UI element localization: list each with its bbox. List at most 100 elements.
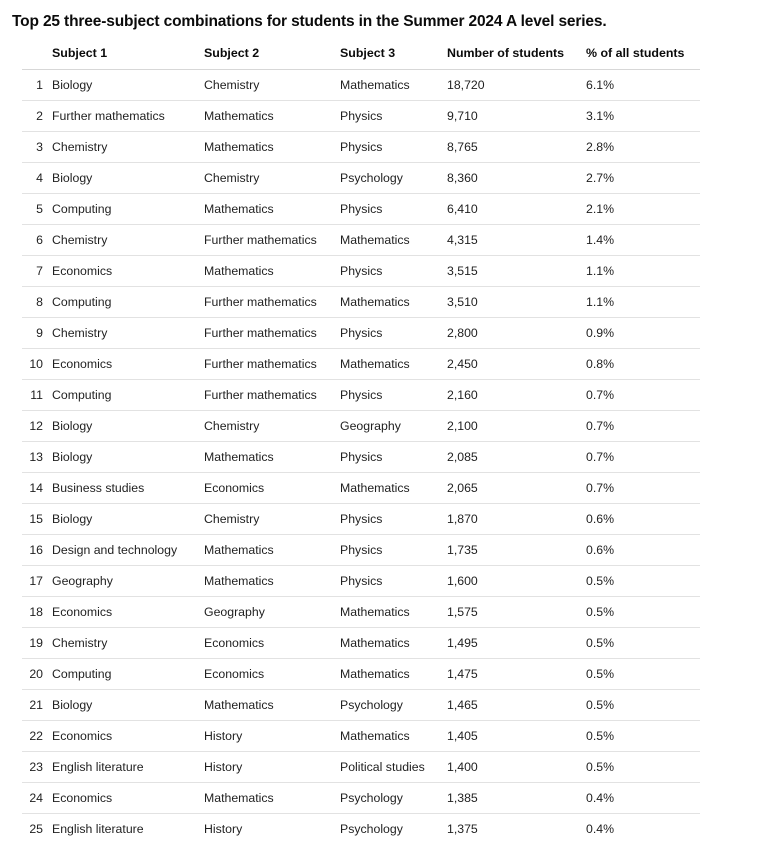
cell-subject-3: Physics bbox=[340, 534, 447, 566]
cell-rank: 17 bbox=[22, 565, 52, 597]
cell-rank: 21 bbox=[22, 689, 52, 721]
cell-subject-1: Chemistry bbox=[52, 317, 204, 349]
cell-subject-3: Physics bbox=[340, 255, 447, 287]
table-row: 11 Computing Further mathematics Physics 2,1… bbox=[22, 379, 700, 411]
cell-subject-1: Biology bbox=[52, 441, 204, 473]
cell-subject-3: Psychology bbox=[340, 162, 447, 194]
table-header: Subject 1 Subject 2 Subject 3 Number of … bbox=[22, 46, 700, 70]
cell-number-of-students: 1,870 bbox=[447, 503, 586, 535]
cell-subject-2: Further mathematics bbox=[204, 348, 340, 380]
cell-subject-1: Business studies bbox=[52, 472, 204, 504]
cell-subject-2: Mathematics bbox=[204, 689, 340, 721]
cell-subject-1: Design and technology bbox=[52, 534, 204, 566]
cell-subject-2: Mathematics bbox=[204, 193, 340, 225]
cell-subject-3: Psychology bbox=[340, 689, 447, 721]
cell-subject-2: Mathematics bbox=[204, 565, 340, 597]
cell-rank: 19 bbox=[22, 627, 52, 659]
cell-percent-of-all-students: 0.5% bbox=[586, 720, 700, 752]
cell-subject-1: Computing bbox=[52, 286, 204, 318]
cell-subject-2: Geography bbox=[204, 596, 340, 628]
cell-percent-of-all-students: 2.1% bbox=[586, 193, 700, 225]
cell-subject-2: Chemistry bbox=[204, 69, 340, 101]
cell-rank: 8 bbox=[22, 286, 52, 318]
combinations-table: Subject 1 Subject 2 Subject 3 Number of … bbox=[22, 46, 700, 844]
table-row: 23 English literature History Political stu… bbox=[22, 751, 700, 783]
cell-percent-of-all-students: 0.7% bbox=[586, 410, 700, 442]
cell-subject-3: Physics bbox=[340, 193, 447, 225]
cell-subject-1: English literature bbox=[52, 821, 144, 836]
table-row: 17 Geography Mathematics Physics 1,600 0.5% bbox=[22, 565, 700, 597]
cell-rank: 24 bbox=[22, 782, 52, 814]
cell-subject-2: Further mathematics bbox=[204, 379, 340, 411]
cell-subject-3: Psychology bbox=[340, 782, 447, 814]
cell-subject-1: Biology bbox=[52, 689, 204, 721]
cell-percent-of-all-students: 6.1% bbox=[586, 69, 700, 101]
cell-subject-2: Economics bbox=[204, 658, 340, 690]
cell-subject-1: Economics bbox=[52, 782, 204, 814]
table-row: 1 Biology Chemistry Mathematics 18,720 6.1% bbox=[22, 69, 700, 101]
cell-subject-1: Computing bbox=[52, 379, 204, 411]
cell-subject-2: Mathematics bbox=[204, 441, 340, 473]
table-row: 12 Biology Chemistry Geography 2,100 0.7% bbox=[22, 410, 700, 442]
cell-subject-2: History bbox=[204, 751, 340, 783]
cell-subject-3: Mathematics bbox=[340, 69, 447, 101]
table-row: 3 Chemistry Mathematics Physics 8,765 2.8% bbox=[22, 131, 700, 163]
cell-number-of-students: 3,515 bbox=[447, 255, 586, 287]
table-row: 20 Computing Economics Mathematics 1,475 0.5% bbox=[22, 658, 700, 690]
cell-subject-2: Further mathematics bbox=[204, 317, 340, 349]
cell-subject-3: Mathematics bbox=[340, 348, 447, 380]
table-row: 4 Biology Chemistry Psychology 8,360 2.7% bbox=[22, 162, 700, 194]
cell-subject-2: Mathematics bbox=[204, 782, 340, 814]
cell-rank: 18 bbox=[22, 596, 52, 628]
cell-subject-1: Geography bbox=[52, 565, 204, 597]
cell-subject-3: Geography bbox=[340, 410, 447, 442]
cell-percent-of-all-students: 1.1% bbox=[586, 255, 700, 287]
cell-number-of-students: 1,575 bbox=[447, 596, 586, 628]
cell-percent-of-all-students: 2.7% bbox=[586, 162, 700, 194]
cell-subject-1: Chemistry bbox=[52, 627, 204, 659]
cell-subject-2: Mathematics bbox=[204, 100, 340, 132]
cell-subject-3: Mathematics bbox=[340, 472, 447, 504]
cell-subject-1: Chemistry bbox=[52, 224, 204, 256]
cell-rank: 13 bbox=[22, 441, 52, 473]
table-header-row: Subject 1 Subject 2 Subject 3 Number of … bbox=[22, 46, 700, 70]
cell-subject-1: Biology bbox=[52, 162, 204, 194]
page-container: Top 25 three-subject combinations for st… bbox=[0, 0, 773, 836]
cell-percent-of-all-students: 0.5% bbox=[586, 689, 700, 721]
cell-rank: 15 bbox=[22, 503, 52, 535]
cell-percent-of-all-students: 0.7% bbox=[586, 379, 700, 411]
table-row: 19 Chemistry Economics Mathematics 1,495 0.5% bbox=[22, 627, 700, 659]
cell-rank: 20 bbox=[22, 658, 52, 690]
cell-rank: 3 bbox=[22, 131, 52, 163]
cell-subject-2: Economics bbox=[204, 627, 340, 659]
column-header-subject-1: Subject 1 bbox=[52, 45, 108, 60]
cell-number-of-students: 1,400 bbox=[447, 751, 586, 783]
cell-number-of-students: 1,375 bbox=[447, 821, 478, 836]
cell-percent-of-all-students: 0.5% bbox=[586, 565, 700, 597]
cell-subject-2: Mathematics bbox=[204, 255, 340, 287]
cell-rank: 12 bbox=[22, 410, 52, 442]
cell-subject-1: Chemistry bbox=[52, 131, 204, 163]
cell-subject-3: Mathematics bbox=[340, 224, 447, 256]
cell-number-of-students: 1,495 bbox=[447, 627, 586, 659]
cell-percent-of-all-students: 1.1% bbox=[586, 286, 700, 318]
table-row: 22 Economics History Mathematics 1,405 0.5% bbox=[22, 720, 700, 752]
cell-percent-of-all-students: 0.7% bbox=[586, 441, 700, 473]
cell-subject-2: Chemistry bbox=[204, 162, 340, 194]
cell-number-of-students: 1,475 bbox=[447, 658, 586, 690]
cell-subject-3: Physics bbox=[340, 565, 447, 597]
table-row: 8 Computing Further mathematics Mathematics… bbox=[22, 286, 700, 318]
cell-subject-3: Physics bbox=[340, 100, 447, 132]
cell-subject-1: Further mathematics bbox=[52, 100, 204, 132]
cell-subject-3: Mathematics bbox=[340, 720, 447, 752]
table-body: 1 Biology Chemistry Mathematics 18,720 6.1% 2 F… bbox=[22, 69, 700, 844]
table-row: 16 Design and technology Mathematics Physic… bbox=[22, 534, 700, 566]
cell-rank: 5 bbox=[22, 193, 52, 225]
table-container: Subject 1 Subject 2 Subject 3 Number of … bbox=[22, 46, 700, 844]
cell-rank: 11 bbox=[22, 379, 52, 411]
cell-subject-3: Psychology bbox=[340, 821, 403, 836]
cell-number-of-students: 1,465 bbox=[447, 689, 586, 721]
cell-subject-3: Mathematics bbox=[340, 627, 447, 659]
cell-subject-1: Economics bbox=[52, 255, 204, 287]
cell-number-of-students: 1,735 bbox=[447, 534, 586, 566]
